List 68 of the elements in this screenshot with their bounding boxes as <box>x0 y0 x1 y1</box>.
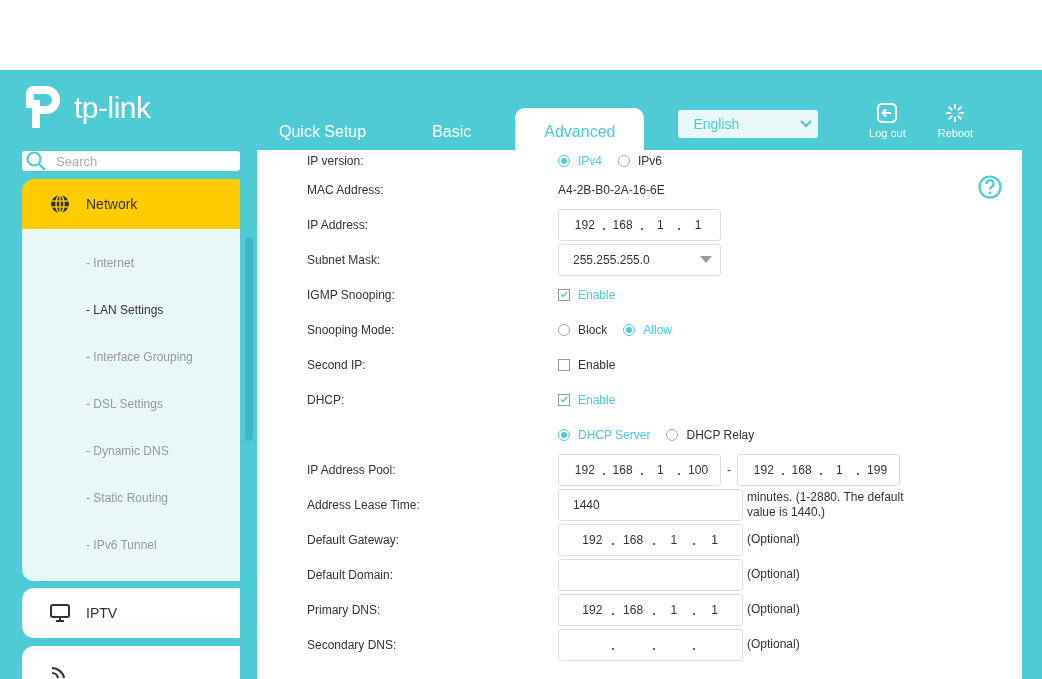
radio-option[interactable]: DHCP Server <box>558 427 651 442</box>
field-note: minutes. (1-2880. The default value is 1440.) <box>747 489 905 520</box>
language-select[interactable]: English <box>678 110 819 138</box>
field-label: Address Lease Time: <box>307 497 421 512</box>
submenu-item[interactable]: - LAN Settings <box>22 286 240 333</box>
ip-address-field[interactable]: 192 168 1 1 <box>558 208 721 241</box>
sidebar-item[interactable]: IPTV <box>22 588 240 638</box>
radio-option[interactable]: IPv6 <box>618 154 663 168</box>
field-note: (Optional) <box>747 567 800 582</box>
ip-address-field[interactable]: 192 168 1 1 <box>558 523 743 556</box>
checkbox-option[interactable]: Enable <box>558 287 616 302</box>
chevron-down-icon <box>800 120 813 128</box>
dropdown-arrow-icon <box>700 256 712 263</box>
field-note: (Optional) <box>747 532 800 547</box>
submenu-item[interactable]: - Interface Grouping <box>22 333 240 380</box>
field-label: IP version: <box>307 154 365 168</box>
field-label: IP Address Pool: <box>307 462 397 477</box>
submenu-item[interactable]: - DSL Settings <box>22 380 240 427</box>
field-label: DHCP: <box>307 392 346 407</box>
field-label: Default Gateway: <box>307 532 401 547</box>
submenu-item[interactable]: - Internet <box>22 239 240 286</box>
search-input[interactable]: Search <box>54 152 218 170</box>
field-label: Secondary DNS: <box>307 637 398 652</box>
field-label: Second IP: <box>307 357 367 372</box>
field-value: A4-2B-B0-2A-16-6E <box>558 182 665 197</box>
submenu-item[interactable]: - Static Routing <box>22 474 240 521</box>
reboot-button[interactable]: Reboot <box>934 102 977 150</box>
text-input-field[interactable] <box>558 558 743 591</box>
sidebar-item[interactable]: Network <box>22 179 240 229</box>
field-label: MAC Address: <box>307 182 385 197</box>
submenu-item[interactable]: - IPv6 Tunnel <box>22 521 240 568</box>
radio-option[interactable]: IPv4 <box>558 154 602 168</box>
reboot-icon <box>944 102 967 124</box>
field-label: IGMP Snooping: <box>307 287 396 302</box>
nav-tab[interactable]: Basic <box>410 108 494 150</box>
checkbox-option[interactable]: Enable <box>558 357 616 372</box>
globe-icon <box>50 194 70 214</box>
field-label: Primary DNS: <box>307 602 382 617</box>
logout-icon <box>876 102 899 124</box>
logout-button[interactable]: Log out <box>866 102 909 150</box>
submenu-item[interactable]: - Dynamic DNS <box>22 427 240 474</box>
logo-text: tp-link <box>74 92 151 124</box>
ip-address-field[interactable]: 192 168 1 1 <box>558 593 743 626</box>
checkbox-option[interactable]: Enable <box>558 392 616 407</box>
field-label: Snooping Mode: <box>307 322 396 337</box>
range-separator: - <box>727 462 731 477</box>
radio-option[interactable]: DHCP Relay <box>666 427 755 442</box>
search-field[interactable]: Search <box>22 151 240 171</box>
checkbox[interactable] <box>558 288 570 301</box>
checkbox[interactable] <box>558 358 570 371</box>
radio-option[interactable]: Allow <box>623 322 673 337</box>
field-label: Subnet Mask: <box>307 252 382 267</box>
field-label: IP Address: <box>307 217 370 232</box>
ip-address-field[interactable]: 192 168 1 199 <box>737 453 900 486</box>
help-icon[interactable] <box>978 175 1002 199</box>
search-icon <box>26 151 46 171</box>
ip-address-field[interactable] <box>558 628 743 661</box>
checkbox[interactable] <box>558 393 570 406</box>
field-note: (Optional) <box>747 637 800 652</box>
text-input-field[interactable]: 1440 <box>558 488 743 521</box>
ip-address-field[interactable]: 192 168 1 100 <box>558 453 721 486</box>
radio-option[interactable]: Block <box>558 322 608 337</box>
subnet-mask-select[interactable]: 255.255.255.0 <box>558 243 721 276</box>
nav-tab[interactable]: Advanced <box>515 108 645 150</box>
field-label: Default Domain: <box>307 567 395 582</box>
nav-tab[interactable]: Quick Setup <box>257 108 389 150</box>
field-note: (Optional) <box>747 602 800 617</box>
monitor-icon <box>50 604 70 622</box>
